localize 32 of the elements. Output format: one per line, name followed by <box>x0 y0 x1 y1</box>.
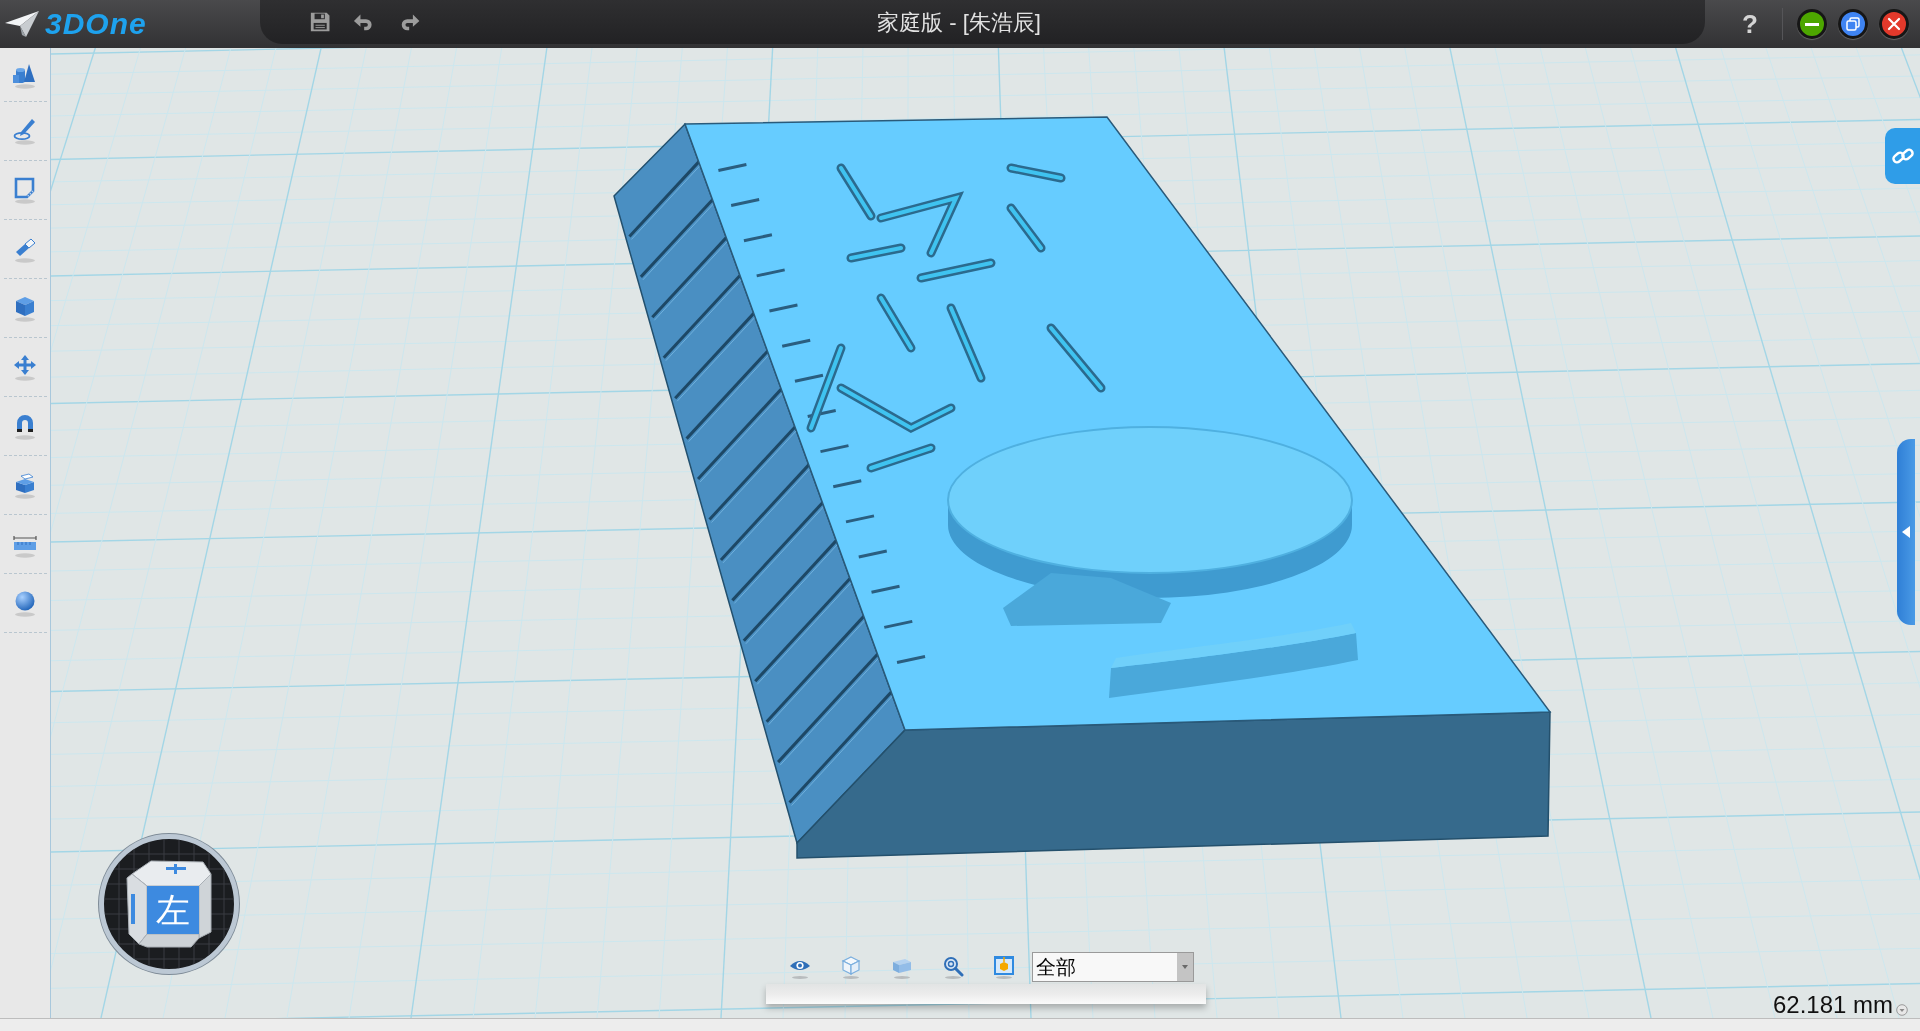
restore-button[interactable] <box>1838 9 1868 39</box>
zoom-icon[interactable] <box>942 955 964 979</box>
filter-dropdown[interactable]: 全部 <box>1032 952 1194 982</box>
3d-viewport[interactable]: 左 全部 62.181 mm <box>51 48 1920 1018</box>
sphere-icon[interactable] <box>12 589 38 617</box>
panel-collapse-handle[interactable] <box>1897 439 1915 625</box>
caret-left-icon <box>1902 526 1910 538</box>
view-cube-dial[interactable]: 左 <box>99 834 239 974</box>
stacked-blocks-icon[interactable] <box>12 471 38 499</box>
close-icon <box>1887 17 1901 31</box>
link-panel-tab[interactable] <box>1885 128 1920 184</box>
square-outline-icon[interactable] <box>12 176 38 204</box>
sketch-pencil-icon[interactable] <box>12 117 38 145</box>
left-view-face[interactable]: 左 <box>147 886 199 934</box>
restore-windows-icon <box>1846 17 1860 31</box>
caret-circle-icon[interactable] <box>1896 1004 1908 1016</box>
paper-plane-icon <box>4 9 40 39</box>
help-button[interactable]: ? <box>1742 11 1758 37</box>
minimize-button[interactable] <box>1797 9 1827 39</box>
measurement-readout: 62.181 mm <box>1772 993 1893 1017</box>
window-title: 家庭版 - [朱浩辰] <box>877 8 1041 37</box>
logo-text: 3DOne <box>45 9 147 39</box>
move-arrows-icon[interactable] <box>12 353 38 381</box>
magnet-icon[interactable] <box>12 412 38 440</box>
link-icon <box>1891 145 1914 167</box>
dropdown-caret-icon[interactable] <box>1177 953 1193 981</box>
save-icon[interactable] <box>309 10 332 34</box>
print-cube-icon[interactable] <box>993 955 1015 979</box>
close-button[interactable] <box>1879 9 1909 39</box>
cube-icon[interactable] <box>12 294 38 322</box>
wireframe-cube-icon[interactable] <box>840 955 862 979</box>
minus-icon <box>1805 22 1819 26</box>
